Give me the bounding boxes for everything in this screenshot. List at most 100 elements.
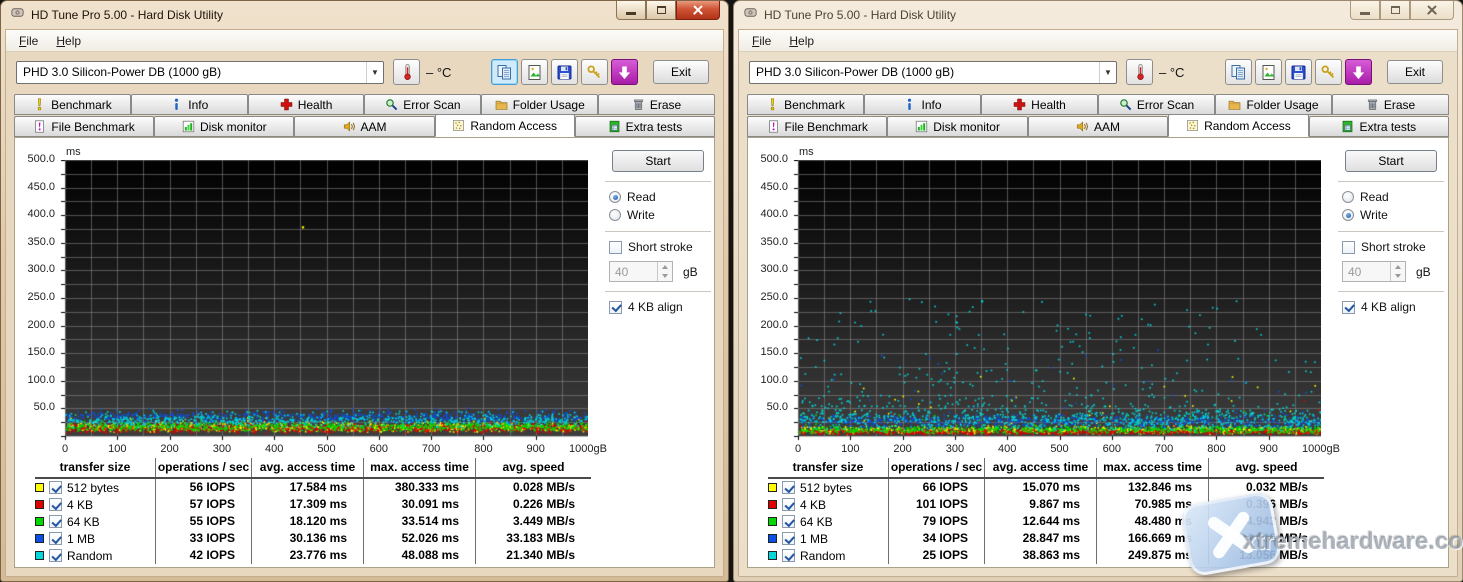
save-button[interactable] <box>1285 59 1312 85</box>
tab-file-benchmark[interactable]: File Benchmark <box>14 116 154 137</box>
tab-extra-tests[interactable]: Extra tests <box>1309 116 1449 137</box>
minimize-button[interactable] <box>616 1 646 20</box>
x-tick-label: 600 <box>1087 443 1137 455</box>
tab-erase[interactable]: Erase <box>1332 94 1449 115</box>
close-button[interactable] <box>1410 1 1454 20</box>
menu-bar: File Help <box>6 30 723 52</box>
menu-file[interactable]: File <box>743 32 780 50</box>
tab-aam[interactable]: AAM <box>294 116 434 137</box>
copy-image-button[interactable] <box>521 59 548 85</box>
maximize-button[interactable] <box>1380 1 1410 20</box>
copy-image-button[interactable] <box>1255 59 1282 85</box>
series-checkbox[interactable] <box>49 498 62 511</box>
maximize-button[interactable] <box>646 1 676 20</box>
avg-speed-value: 4.943 MB/s <box>1208 513 1324 530</box>
short-stroke-checkbox[interactable]: Short stroke <box>1342 240 1446 254</box>
x-tick-label: 1000gB <box>1296 443 1346 455</box>
tab-disk-monitor[interactable]: Disk monitor <box>154 116 294 137</box>
tab-error-scan[interactable]: Error Scan <box>1098 94 1215 115</box>
chevron-down-icon[interactable]: ▼ <box>366 62 383 83</box>
write-radio[interactable]: Write <box>1342 208 1446 222</box>
tab-erase[interactable]: Erase <box>598 94 715 115</box>
keys-options-icon <box>1320 64 1337 81</box>
exit-button[interactable]: Exit <box>1387 60 1443 84</box>
short-stroke-checkbox[interactable]: Short stroke <box>609 240 713 254</box>
close-icon <box>692 4 704 16</box>
tab-label: Erase <box>1384 98 1415 112</box>
tab-info[interactable]: Info <box>131 94 248 115</box>
read-radio[interactable]: Read <box>609 190 713 204</box>
exit-button[interactable]: Exit <box>653 60 709 84</box>
tab-health[interactable]: Health <box>981 94 1098 115</box>
tab-file-benchmark[interactable]: File Benchmark <box>747 116 887 137</box>
menu-file[interactable]: File <box>10 32 47 50</box>
series-checkbox[interactable] <box>49 532 62 545</box>
tab-random-access[interactable]: Random Access <box>1168 114 1308 137</box>
read-radio[interactable]: Read <box>1342 190 1446 204</box>
y-tick-label: 350.0 <box>752 236 788 248</box>
tab-disk-monitor[interactable]: Disk monitor <box>887 116 1027 137</box>
col-operations: operations / sec <box>888 458 984 477</box>
start-button[interactable]: Start <box>1345 150 1437 172</box>
tab-health[interactable]: Health <box>248 94 365 115</box>
copy-text-button[interactable] <box>491 59 518 85</box>
series-checkbox[interactable] <box>782 532 795 545</box>
avg-access-value: 12.644 ms <box>984 513 1096 530</box>
y-tick-label: 500.0 <box>19 153 55 165</box>
chevron-down-icon[interactable]: ▼ <box>1099 62 1116 83</box>
menu-help[interactable]: Help <box>780 32 823 50</box>
avg-access-value: 38.863 ms <box>984 547 1096 564</box>
spinner-up-icon <box>658 262 672 272</box>
save-results-button[interactable] <box>1345 59 1372 85</box>
read-label: Read <box>1360 190 1389 204</box>
col-operations: operations / sec <box>155 458 251 477</box>
tab-strip: Benchmark Info Health Error Scan <box>6 92 723 137</box>
options-button[interactable] <box>581 59 608 85</box>
4kb-align-checkbox[interactable]: 4 KB align <box>1342 300 1446 314</box>
series-checkbox[interactable] <box>49 549 62 562</box>
drive-select[interactable]: PHD 3.0 Silicon-Power DB (1000 gB) ▼ <box>749 61 1117 84</box>
save-button[interactable] <box>551 59 578 85</box>
series-color-swatch <box>768 551 777 560</box>
minimize-button[interactable] <box>1350 1 1380 20</box>
y-tick-label: 150.0 <box>752 346 788 358</box>
series-checkbox[interactable] <box>782 481 795 494</box>
tab-folder-usage[interactable]: Folder Usage <box>1215 94 1332 115</box>
col-avg-access: avg. access time <box>984 458 1096 477</box>
series-checkbox[interactable] <box>49 515 62 528</box>
random-access-scatter-canvas <box>792 160 1321 442</box>
tab-info[interactable]: Info <box>864 94 981 115</box>
titlebar[interactable]: HD Tune Pro 5.00 - Hard Disk Utility <box>1 1 728 29</box>
series-checkbox[interactable] <box>782 498 795 511</box>
menu-help[interactable]: Help <box>47 32 90 50</box>
results-table: transfer size operations / sec avg. acce… <box>768 458 1324 564</box>
series-checkbox[interactable] <box>49 481 62 494</box>
series-checkbox[interactable] <box>782 515 795 528</box>
x-tick-label: 800 <box>458 443 508 455</box>
4kb-align-checkbox[interactable]: 4 KB align <box>609 300 713 314</box>
start-button[interactable]: Start <box>612 150 704 172</box>
series-checkbox[interactable] <box>782 549 795 562</box>
save-results-button[interactable] <box>611 59 638 85</box>
tab-error-scan[interactable]: Error Scan <box>364 94 481 115</box>
copy-text-button[interactable] <box>1225 59 1252 85</box>
table-header: transfer size operations / sec avg. acce… <box>35 458 591 479</box>
series-color-swatch <box>35 500 44 509</box>
tab-benchmark[interactable]: Benchmark <box>747 94 864 115</box>
write-radio[interactable]: Write <box>609 208 713 222</box>
close-button[interactable] <box>676 1 720 20</box>
tab-aam[interactable]: AAM <box>1028 116 1168 137</box>
tab-folder-usage[interactable]: Folder Usage <box>481 94 598 115</box>
temperature-button[interactable] <box>1126 59 1153 85</box>
options-button[interactable] <box>1315 59 1342 85</box>
tab-label: Health <box>298 98 333 112</box>
tab-random-access[interactable]: Random Access <box>435 114 575 137</box>
drive-select[interactable]: PHD 3.0 Silicon-Power DB (1000 gB) ▼ <box>16 61 384 84</box>
tab-extra-tests[interactable]: Extra tests <box>575 116 715 137</box>
divider <box>1338 231 1444 232</box>
transfer-size-label: 4 KB <box>67 498 93 512</box>
titlebar[interactable]: HD Tune Pro 5.00 - Hard Disk Utility <box>734 1 1462 29</box>
tab-benchmark[interactable]: Benchmark <box>14 94 131 115</box>
temperature-button[interactable] <box>393 59 420 85</box>
purple-arrow-down-icon <box>616 64 633 81</box>
